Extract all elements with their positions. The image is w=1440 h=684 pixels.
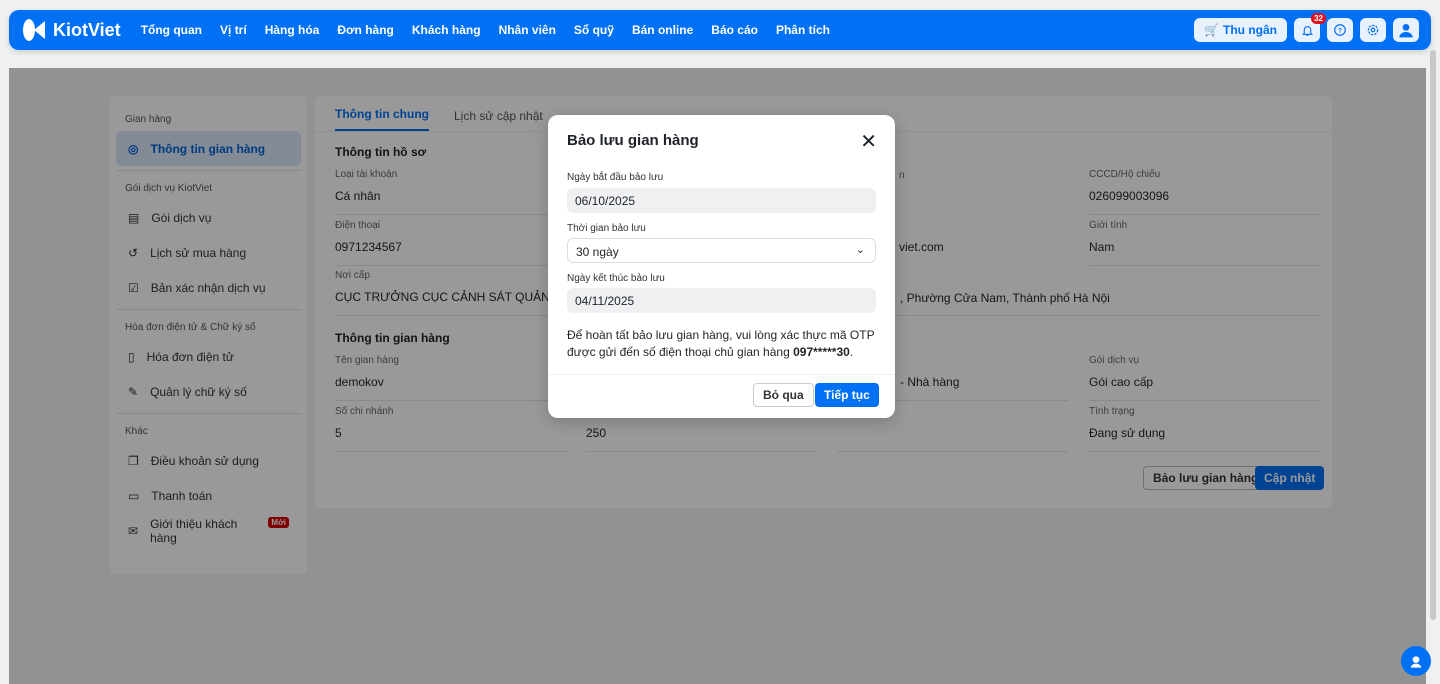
nav-ban-online[interactable]: Bán online bbox=[632, 23, 693, 37]
skip-button[interactable]: Bỏ qua bbox=[753, 383, 814, 407]
nav-vi-tri[interactable]: Vị trí bbox=[220, 23, 247, 37]
nav-phan-tich[interactable]: Phân tích bbox=[776, 23, 830, 37]
dialog-title: Bảo lưu gian hàng bbox=[567, 132, 699, 149]
duration-label: Thời gian bảo lưu bbox=[567, 223, 646, 234]
end-date-label: Ngày kết thúc bảo lưu bbox=[567, 273, 665, 284]
gear-icon bbox=[1367, 24, 1379, 36]
help-button[interactable]: ? bbox=[1327, 18, 1353, 42]
kiotviet-logo-icon bbox=[23, 19, 45, 41]
help-icon: ? bbox=[1334, 24, 1346, 36]
masked-phone: 097*****30 bbox=[793, 345, 850, 359]
nav-don-hang[interactable]: Đơn hàng bbox=[337, 23, 394, 37]
notification-button[interactable]: 32 bbox=[1294, 13, 1326, 42]
dialog-footer-divider bbox=[548, 374, 895, 375]
page-scrollbar[interactable] bbox=[1430, 50, 1436, 620]
top-navbar: KiotViet Tổng quan Vị trí Hàng hóa Đơn hàng… bbox=[9, 10, 1431, 50]
avatar-icon bbox=[1399, 24, 1413, 38]
nav-hang-hoa[interactable]: Hàng hóa bbox=[265, 23, 320, 37]
continue-button[interactable]: Tiếp tục bbox=[815, 383, 879, 407]
nav-bao-cao[interactable]: Báo cáo bbox=[711, 23, 758, 37]
start-date-label: Ngày bắt đầu bảo lưu bbox=[567, 172, 664, 183]
nav-tong-quan[interactable]: Tổng quan bbox=[141, 23, 202, 37]
start-date-field: 06/10/2025 bbox=[567, 188, 876, 213]
note-end: . bbox=[849, 345, 854, 359]
reserve-store-dialog: Bảo lưu gian hàng ✕ Ngày bắt đầu bảo lưu… bbox=[548, 115, 895, 418]
nav-so-quy[interactable]: Sổ quỹ bbox=[574, 23, 614, 37]
settings-button[interactable] bbox=[1360, 18, 1386, 42]
close-icon[interactable]: ✕ bbox=[860, 129, 877, 154]
main-nav: Tổng quan Vị trí Hàng hóa Đơn hàng Khách hàn… bbox=[141, 21, 848, 39]
cart-icon: 🛒 bbox=[1204, 23, 1219, 37]
duration-select[interactable]: 30 ngày ⌄ bbox=[567, 238, 876, 263]
bell-icon bbox=[1301, 25, 1313, 36]
duration-value: 30 ngày bbox=[576, 245, 619, 259]
cashier-button[interactable]: 🛒 Thu ngân bbox=[1194, 18, 1287, 42]
notification-badge: 32 bbox=[1311, 13, 1326, 24]
user-avatar-button[interactable] bbox=[1393, 18, 1419, 42]
cashier-label: Thu ngân bbox=[1223, 23, 1277, 37]
nav-nhan-vien[interactable]: Nhân viên bbox=[499, 23, 556, 37]
headset-icon bbox=[1410, 656, 1422, 668]
brand-name: KiotViet bbox=[53, 19, 121, 40]
kiotviet-logo[interactable]: KiotViet bbox=[21, 17, 121, 43]
otp-note: Để hoàn tất bảo lưu gian hàng, vui lòng … bbox=[567, 327, 877, 361]
support-chat-button[interactable] bbox=[1401, 646, 1431, 676]
end-date-field: 04/11/2025 bbox=[567, 288, 876, 313]
chevron-down-icon: ⌄ bbox=[855, 244, 865, 256]
nav-khach-hang[interactable]: Khách hàng bbox=[412, 23, 481, 37]
svg-text:?: ? bbox=[1338, 27, 1342, 34]
